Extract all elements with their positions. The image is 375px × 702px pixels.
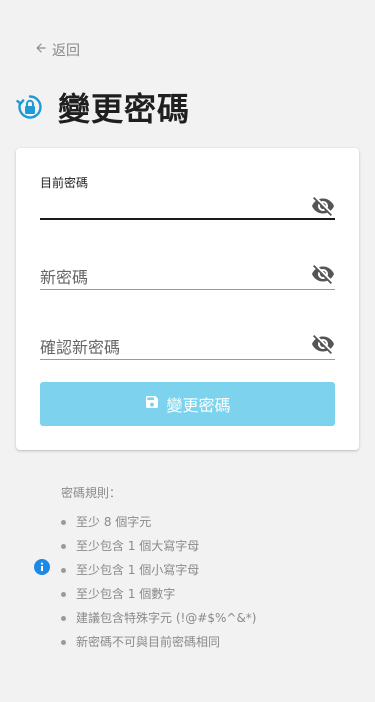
rule-item: 至少包含 1 個數字	[61, 586, 257, 610]
bullet	[61, 640, 66, 645]
rule-text: 至少包含 1 個大寫字母	[76, 539, 200, 553]
arrow-left-icon	[34, 41, 48, 59]
change-password-button[interactable]: 變更密碼	[40, 382, 335, 426]
rules-list: 至少 8 個字元 至少包含 1 個大寫字母 至少包含 1 個小寫字母 至少包含 …	[61, 514, 257, 658]
rule-item: 至少包含 1 個大寫字母	[61, 538, 257, 562]
rules-heading: 密碼規則：	[61, 486, 122, 500]
rule-item: 建議包含特殊字元 (!@#$%^&*)	[61, 610, 257, 634]
bullet	[61, 616, 66, 621]
new-password-placeholder: 新密碼	[40, 268, 89, 287]
rule-text: 建議包含特殊字元 (!@#$%^&*)	[76, 611, 257, 625]
eye-off-icon[interactable]	[311, 194, 335, 218]
bullet	[61, 568, 66, 573]
page-title: 變更密碼	[58, 90, 191, 128]
rule-item: 至少 8 個字元	[61, 514, 257, 538]
bullet	[61, 520, 66, 525]
current-password-underline	[40, 218, 335, 220]
change-password-page: 返回 變更密碼 目前密碼 新密碼 確認新密碼 變更密碼 密碼規則： 至少 8 個…	[0, 0, 375, 702]
change-password-button-label: 變更密碼	[166, 398, 231, 415]
new-password-field[interactable]: 新密碼	[40, 258, 335, 292]
confirm-password-placeholder: 確認新密碼	[40, 338, 121, 357]
bullet	[61, 544, 66, 549]
new-password-underline	[40, 289, 335, 290]
rule-item: 新密碼不可與目前密碼相同	[61, 634, 257, 658]
rule-text: 新密碼不可與目前密碼相同	[76, 635, 221, 649]
rule-text: 至少 8 個字元	[76, 515, 152, 529]
back-link[interactable]: 返回	[34, 40, 80, 60]
eye-off-icon[interactable]	[311, 332, 335, 356]
info-icon	[34, 559, 50, 575]
back-label: 返回	[52, 43, 80, 59]
eye-off-icon[interactable]	[311, 262, 335, 286]
bullet	[61, 592, 66, 597]
current-password-label: 目前密碼	[40, 176, 89, 190]
rule-text: 至少包含 1 個數字	[76, 587, 176, 601]
rule-text: 至少包含 1 個小寫字母	[76, 563, 200, 577]
save-icon	[144, 394, 160, 415]
confirm-password-underline	[40, 359, 335, 360]
rule-item: 至少包含 1 個小寫字母	[61, 562, 257, 586]
lock-reset-icon	[16, 93, 44, 121]
page-header: 變更密碼	[16, 84, 190, 130]
current-password-field[interactable]: 目前密碼	[40, 174, 335, 220]
confirm-password-field[interactable]: 確認新密碼	[40, 328, 335, 362]
password-form-card: 目前密碼 新密碼 確認新密碼 變更密碼	[16, 148, 359, 450]
